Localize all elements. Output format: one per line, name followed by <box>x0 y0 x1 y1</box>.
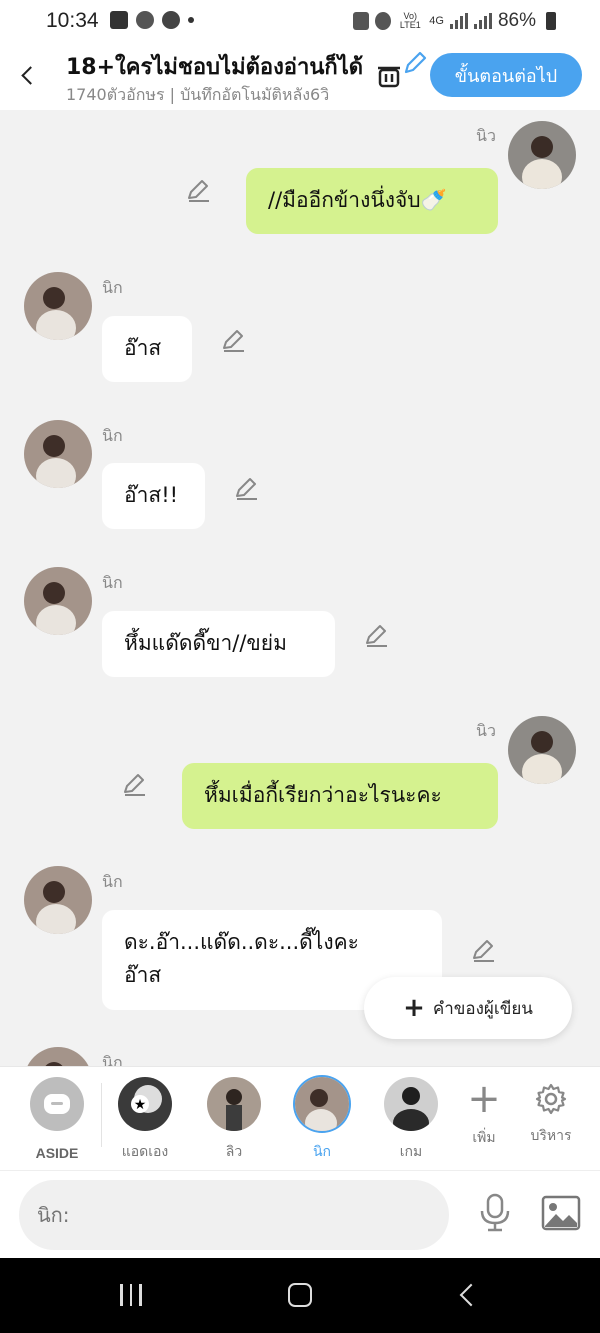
edit-icon[interactable] <box>471 938 497 964</box>
character-liw[interactable]: ลิว <box>196 1077 272 1163</box>
character-game[interactable]: เกม <box>373 1077 449 1163</box>
speaker-name: นิว <box>476 126 496 145</box>
avatar[interactable] <box>24 272 92 340</box>
recent-apps-button[interactable] <box>120 1284 142 1306</box>
system-icons: Vo) LTE1 4G 86% <box>353 10 556 32</box>
plus-icon: + <box>467 1076 501 1122</box>
header: 18+ใครไม่ชอบไม่ต้องอ่านก็ได้ 1740ตัวอักษ… <box>0 44 600 110</box>
aside-icon <box>30 1077 84 1131</box>
character-label: ลิว <box>225 1144 243 1160</box>
more-notifications-icon <box>188 17 194 23</box>
home-button[interactable] <box>288 1283 312 1307</box>
battery-percent: 86% <box>497 10 536 31</box>
avatar[interactable] <box>508 121 576 189</box>
status-bar: 10:34 Vo) LTE1 4G 86% <box>0 0 600 44</box>
speaker-name: นิก <box>102 1053 123 1066</box>
character-label: แอดเอง <box>121 1144 169 1160</box>
4g-indicator: 4G <box>429 14 444 27</box>
tiktok-icon <box>136 11 154 29</box>
character-bar: ASIDE ★ แอดเอง ลิว นิก เกม + เพิ่ม บริหา… <box>0 1066 600 1170</box>
back-button[interactable] <box>12 58 42 92</box>
manage-label: บริหาร <box>530 1128 572 1144</box>
story-subtitle: 1740ตัวอักษร | บันทึกอัตโนมัติหลัง6วิ <box>66 85 330 104</box>
battery-saver-icon <box>353 12 370 30</box>
speaker-name: นิว <box>476 721 496 740</box>
lte-indicator: Vo) LTE1 <box>399 11 421 30</box>
aside-label: ASIDE <box>35 1145 79 1161</box>
edit-icon[interactable] <box>221 328 247 354</box>
character-admin[interactable]: ★ แอดเอง <box>107 1077 183 1163</box>
message-bubble[interactable]: หึ้มเมื่อกี้เรียกว่าอะไรนะคะ <box>182 763 498 829</box>
character-nik[interactable]: นิก <box>284 1077 360 1163</box>
avatar[interactable] <box>24 567 92 635</box>
app-icon <box>162 11 180 29</box>
message-input[interactable] <box>19 1180 449 1250</box>
character-avatar <box>384 1077 438 1131</box>
back-nav-button[interactable] <box>459 1283 483 1307</box>
speaker-name: นิก <box>102 278 123 297</box>
svg-text:★: ★ <box>134 1097 147 1113</box>
divider <box>101 1083 102 1147</box>
message-bubble[interactable]: หึ้มแด๊ดดี๊ขา//ขย่ม <box>102 611 335 677</box>
character-avatar: ★ <box>118 1077 172 1131</box>
edit-icon[interactable] <box>234 476 260 502</box>
add-label: เพิ่ม <box>472 1130 496 1146</box>
character-avatar <box>295 1077 349 1131</box>
manage-button[interactable]: บริหาร <box>513 1077 589 1147</box>
story-title[interactable]: 18+ใครไม่ชอบไม่ต้องอ่านก็ได้ <box>66 49 363 84</box>
avatar[interactable] <box>24 420 92 488</box>
message-bubble[interactable]: //มืออีกข้างนึ่งจับ🍼 <box>246 168 498 234</box>
speaker-name: นิก <box>102 573 123 592</box>
trash-icon[interactable] <box>375 61 403 89</box>
signal-icon <box>449 13 468 29</box>
navigation-bar <box>0 1258 600 1333</box>
avatar[interactable] <box>508 716 576 784</box>
message-bubble[interactable]: อ๊าส <box>102 316 192 382</box>
battery-icon <box>546 12 556 30</box>
pencil-icon[interactable] <box>402 50 428 76</box>
avatar[interactable] <box>24 1047 92 1066</box>
character-label: นิก <box>312 1144 332 1160</box>
gallery-icon <box>110 11 128 29</box>
input-bar <box>0 1170 600 1258</box>
status-time: 10:34 <box>46 9 99 32</box>
chevron-left-icon <box>20 65 40 85</box>
gear-icon <box>535 1083 567 1115</box>
chat-area[interactable]: นิว //มืออีกข้างนึ่งจับ🍼 นิก อ๊าส นิก อ๊… <box>0 110 600 1066</box>
avatar[interactable] <box>24 866 92 934</box>
edit-icon[interactable] <box>186 178 212 204</box>
author-note-button[interactable]: + คำของผู้เขียน <box>364 977 572 1039</box>
edit-icon[interactable] <box>364 623 390 649</box>
signal-icon-2 <box>473 13 492 29</box>
notification-icons <box>110 11 194 29</box>
edit-icon[interactable] <box>122 772 148 798</box>
character-avatar <box>207 1077 261 1131</box>
message-line: ดะ.อ๊า...แด๊ด..ดะ...ดี๊ไงคะ <box>124 930 359 954</box>
character-label: เกม <box>399 1144 423 1160</box>
speaker-name: นิก <box>102 872 123 891</box>
plus-icon: + <box>403 993 425 1023</box>
add-character-button[interactable]: + เพิ่ม <box>446 1077 522 1149</box>
author-note-label: คำของผู้เขียน <box>432 998 533 1019</box>
speaker-name: นิก <box>102 426 123 445</box>
image-icon[interactable] <box>541 1195 581 1231</box>
aside-button[interactable]: ASIDE <box>19 1077 95 1161</box>
message-bubble[interactable]: อ๊าส!! <box>102 463 205 529</box>
alarm-icon <box>375 12 392 30</box>
next-step-button[interactable]: ขั้นตอนต่อไป <box>430 53 582 97</box>
microphone-icon[interactable] <box>478 1193 512 1233</box>
